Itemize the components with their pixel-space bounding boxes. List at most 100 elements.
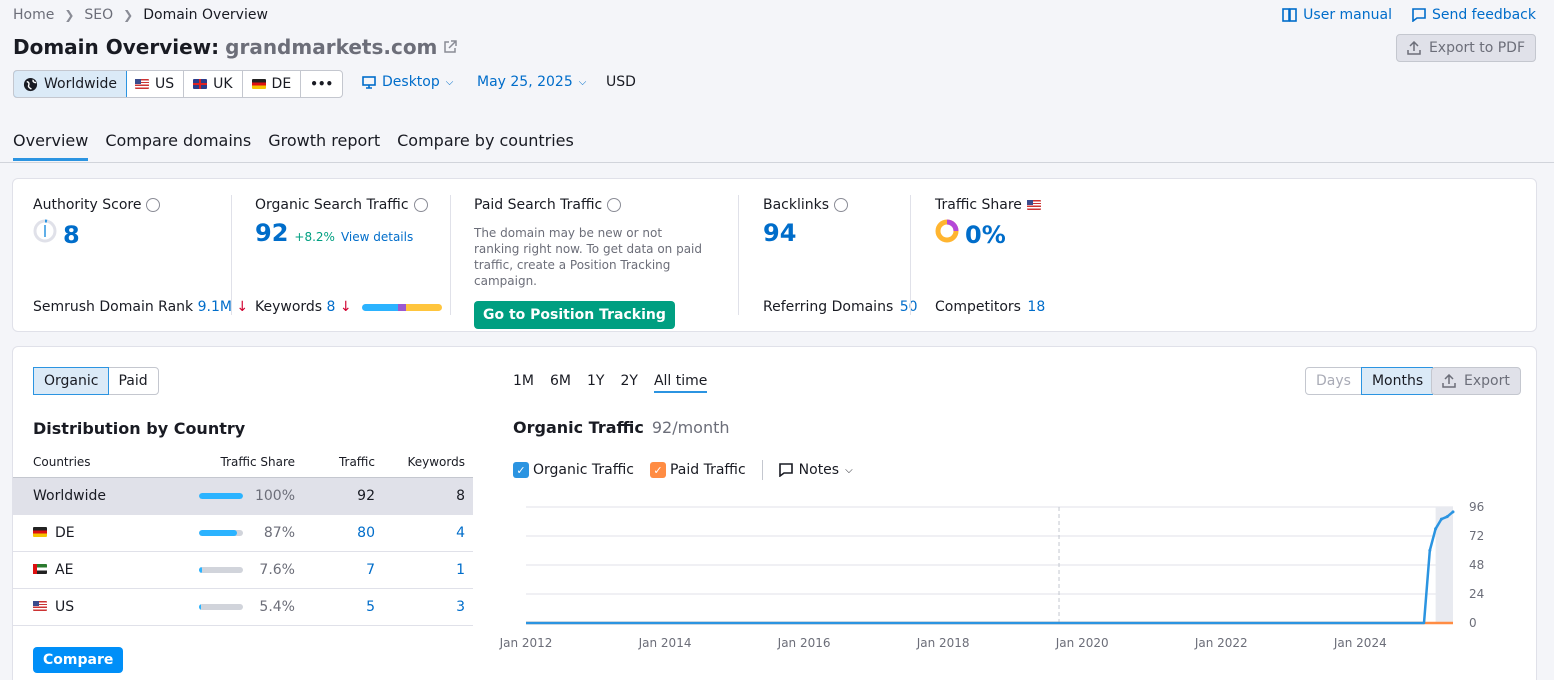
referring-domains-value[interactable]: 50 [900,299,918,315]
info-icon[interactable] [146,198,161,212]
traffic-value[interactable]: 7 [303,551,383,589]
table-row[interactable]: Worldwide 100% 92 8 [13,477,473,515]
db-us[interactable]: US [126,71,185,97]
tab-compare-domains[interactable]: Compare domains [105,131,251,161]
authority-score-value[interactable]: 8 [63,221,80,249]
page-title-prefix: Domain Overview: [13,35,220,59]
export-label: Export [1464,373,1510,389]
db-de[interactable]: DE [243,71,302,97]
organic-toggle[interactable]: Organic [33,367,110,395]
breadcrumb-current: Domain Overview [143,7,268,23]
period-6m[interactable]: 6M [550,373,571,393]
tab-growth-report[interactable]: Growth report [268,131,380,161]
authority-score-metric: Authority Score 8 [33,197,161,249]
divider [738,195,739,315]
db-worldwide[interactable]: Worldwide [14,71,127,97]
legend-organic[interactable]: ✓ Organic Traffic [513,462,634,478]
view-details-link[interactable]: View details [341,230,413,244]
send-feedback-link[interactable]: Send feedback [1412,7,1536,23]
breadcrumb-seo[interactable]: SEO [84,7,113,23]
period-selector: 1M 6M 1Y 2Y All time [513,373,708,393]
col-countries[interactable]: Countries [13,455,153,478]
tab-overview[interactable]: Overview [13,131,89,161]
comment-icon [1412,8,1426,22]
referring-domains: Referring Domains 50 [763,299,918,315]
col-keywords[interactable]: Keywords [383,455,473,478]
table-row[interactable]: US 5.4% 5 3 [13,588,473,626]
db-uk[interactable]: UK [184,71,243,97]
keywords-value[interactable]: 3 [383,588,473,626]
compare-button[interactable]: Compare [33,647,124,673]
data-point [1445,515,1449,519]
position-tracking-button[interactable]: Go to Position Tracking [474,301,675,329]
uk-flag-icon [193,79,208,89]
table-row[interactable]: AE 7.6% 7 1 [13,551,473,589]
user-manual-link[interactable]: User manual [1282,7,1392,23]
db-de-label: DE [271,76,292,92]
days-toggle[interactable]: Days [1306,368,1362,394]
share-value: 5.4% [259,599,295,615]
share-value: 100% [254,488,295,504]
x-tick-label: Jan 2020 [1055,636,1109,650]
period-1m[interactable]: 1M [513,373,534,393]
granularity-toggle: Days Months [1305,367,1434,395]
de-flag-icon [33,527,47,537]
traffic-type-toggle: Organic Paid [33,367,159,395]
period-1y[interactable]: 1Y [587,373,604,393]
table-row[interactable]: DE 87% 80 4 [13,514,473,552]
referring-domains-label: Referring Domains [763,299,894,315]
external-link-icon[interactable] [443,40,458,54]
notes-dropdown[interactable]: Notes ⌵ [778,462,853,478]
tabs: Overview Compare domains Growth report C… [13,131,574,161]
metrics-card: Authority Score 8 Semrush Domain Rank 9.… [12,178,1537,332]
date-selector[interactable]: May 25, 2025 ⌵ [477,74,586,90]
export-button[interactable]: Export [1431,367,1521,395]
db-worldwide-label: Worldwide [44,76,117,92]
organic-traffic-chart[interactable]: 0 24 48 72 96 Jan 2012 Jan 2014 Jan 2016 Jan 201… [493,495,1493,655]
keywords-value[interactable]: 4 [383,514,473,552]
share-bar [199,567,243,573]
backlinks-value[interactable]: 94 [763,219,796,247]
arrow-down-icon: ↓ [339,299,352,315]
keyword-intent-bar [362,304,443,311]
competitors-value[interactable]: 18 [1027,299,1045,315]
period-all-time[interactable]: All time [653,373,708,393]
domain-rank-value[interactable]: 9.1M [198,299,232,315]
period-2y[interactable]: 2Y [620,373,637,393]
keywords-value[interactable]: 1 [383,551,473,589]
checkbox-checked-icon: ✓ [649,462,666,478]
data-point [1451,510,1455,514]
country-name: DE [55,525,75,541]
chart-legend: ✓ Organic Traffic ✓ Paid Traffic Notes ⌵ [513,460,853,480]
traffic-value[interactable]: 80 [303,514,383,552]
x-tick-label: Jan 2014 [638,636,692,650]
domain-name[interactable]: grandmarkets.com [225,35,437,59]
organic-traffic-value[interactable]: 92 [255,219,288,247]
months-toggle[interactable]: Months [1360,367,1434,395]
chevron-down-icon: ⌵ [845,464,853,476]
keywords-label: Keywords [255,299,323,315]
traffic-share-value: 0% [965,221,1006,249]
export-pdf-button[interactable]: Export to PDF [1395,34,1536,62]
col-traffic[interactable]: Traffic [303,455,383,478]
info-icon[interactable] [834,198,849,212]
divider [450,195,451,315]
traffic-value[interactable]: 5 [303,588,383,626]
tab-compare-by-countries[interactable]: Compare by countries [397,131,574,161]
db-more-button[interactable]: ••• [301,71,342,97]
info-icon[interactable] [413,198,428,212]
share-bar [199,493,243,499]
organic-traffic-change: +8.2% [294,230,335,244]
comment-icon [778,463,793,477]
legend-paid[interactable]: ✓ Paid Traffic [649,462,746,478]
info-icon[interactable] [607,198,622,212]
user-manual-label: User manual [1303,7,1392,23]
export-pdf-label: Export to PDF [1428,40,1525,56]
domain-rank: Semrush Domain Rank 9.1M ↓ [33,299,248,315]
device-selector[interactable]: Desktop ⌵ [362,74,453,90]
keywords-value[interactable]: 8 [327,299,336,315]
x-tick-label: Jan 2016 [777,636,831,650]
col-traffic-share[interactable]: Traffic Share [153,455,303,478]
paid-toggle[interactable]: Paid [108,368,157,394]
breadcrumb-home[interactable]: Home [13,7,54,23]
